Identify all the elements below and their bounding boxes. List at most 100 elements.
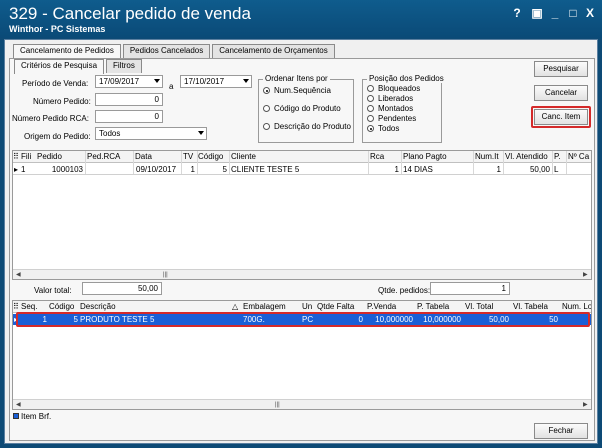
cell-tv: 1 bbox=[190, 165, 195, 174]
col-pedido[interactable]: Pedido bbox=[37, 151, 77, 162]
cancelar-button[interactable]: Cancelar bbox=[534, 85, 588, 101]
tab-filtros[interactable]: Filtros bbox=[106, 59, 142, 73]
orders-grid: ⠿ Fili Pedido Ped.RCA Data TV Código Cli… bbox=[12, 150, 592, 280]
tab-pedidos-cancelados[interactable]: Pedidos Cancelados bbox=[122, 44, 211, 58]
scroll-left-icon[interactable]: ◀ bbox=[16, 400, 21, 409]
tab-criterios-pesquisa[interactable]: Critérios de Pesquisa bbox=[14, 59, 105, 74]
pedido-rca-input[interactable]: 0 bbox=[95, 110, 163, 123]
col-rca[interactable]: Rca bbox=[370, 151, 390, 162]
col-vl-atendido[interactable]: Vl. Atendido bbox=[505, 151, 551, 162]
sort-asc-icon: △ bbox=[232, 302, 239, 311]
col-tv[interactable]: TV bbox=[183, 151, 197, 162]
cell-ped-rca bbox=[87, 164, 127, 175]
main-tabs: Cancelamento de Pedidos Pedidos Cancelad… bbox=[13, 44, 337, 59]
radio-descricao-produto[interactable]: Descrição do Produto bbox=[263, 122, 351, 131]
cell-p: L bbox=[554, 165, 559, 174]
cell-vl-atendido: 50,00 bbox=[529, 165, 550, 174]
close-button[interactable]: X bbox=[583, 6, 597, 20]
scroll-right-icon[interactable]: ▶ bbox=[583, 400, 588, 409]
radio-selected-icon bbox=[367, 125, 374, 132]
maximize-button[interactable]: □ bbox=[566, 6, 580, 20]
col-num-lote[interactable]: Num. Lo bbox=[562, 301, 591, 312]
chevron-down-icon bbox=[198, 131, 204, 135]
scroll-left-icon[interactable]: ◀ bbox=[16, 270, 21, 279]
col-plano-pagto[interactable]: Plano Pagto bbox=[403, 151, 453, 162]
date-separator: a bbox=[169, 82, 174, 91]
tab-cancelamento-pedidos[interactable]: Cancelamento de Pedidos bbox=[13, 44, 121, 59]
col-num-it[interactable]: Num.It bbox=[475, 151, 502, 162]
numero-pedido-label: Número Pedido: bbox=[33, 97, 91, 106]
col-codigo[interactable]: Código bbox=[198, 151, 228, 162]
title-bar: 329 - Cancelar pedido de venda Winthor -… bbox=[0, 0, 602, 38]
sub-tabs: Critérios de Pesquisa Filtros bbox=[14, 59, 144, 74]
orders-hscroll[interactable]: ◀ ||| ▶ bbox=[13, 269, 591, 279]
col-vl-total[interactable]: Vl. Total bbox=[465, 301, 505, 312]
cell-codigo: 5 bbox=[222, 165, 227, 174]
valor-total-label: Valor total: bbox=[34, 286, 72, 295]
minimize-button[interactable]: _ bbox=[548, 6, 562, 20]
restore-icon-button[interactable]: ▣ bbox=[530, 6, 544, 20]
radio-montados[interactable]: Montados bbox=[367, 104, 413, 113]
radio-label: Código do Produto bbox=[274, 104, 341, 113]
pesquisar-button[interactable]: Pesquisar bbox=[534, 61, 588, 77]
scroll-grip-icon[interactable]: ||| bbox=[163, 270, 168, 279]
help-button[interactable]: ? bbox=[510, 6, 524, 20]
radio-label: Montados bbox=[378, 104, 414, 113]
radio-pendentes[interactable]: Pendentes bbox=[367, 114, 416, 123]
radio-icon bbox=[367, 105, 374, 112]
col-p-tabela[interactable]: P. Tabela bbox=[417, 301, 457, 312]
col-p-venda[interactable]: P.Venda bbox=[367, 301, 407, 312]
col-data[interactable]: Data bbox=[135, 151, 175, 162]
cell-cliente: CLIENTE TESTE 5 bbox=[231, 165, 300, 174]
items-hscroll[interactable]: ◀ ||| ▶ bbox=[13, 399, 591, 409]
radio-label: Pendentes bbox=[378, 114, 417, 123]
col-vl-tabela[interactable]: Vl. Tabela bbox=[513, 301, 555, 312]
radio-num-sequencia[interactable]: Num.Sequência bbox=[263, 86, 331, 95]
chevron-down-icon bbox=[243, 79, 249, 83]
fechar-button[interactable]: Fechar bbox=[534, 423, 588, 439]
origem-label: Origem do Pedido: bbox=[24, 132, 91, 141]
tab-cancelamento-orcamentos[interactable]: Cancelamento de Orçamentos bbox=[212, 44, 335, 58]
radio-selected-icon bbox=[263, 87, 270, 94]
col-cliente[interactable]: Cliente bbox=[231, 151, 271, 162]
col-qtde-falta[interactable]: Qtde Falta bbox=[317, 301, 365, 312]
main-client-area: Cancelamento de Pedidos Pedidos Cancelad… bbox=[4, 39, 598, 444]
radio-bloqueados[interactable]: Bloqueados bbox=[367, 84, 420, 93]
scroll-right-icon[interactable]: ▶ bbox=[583, 270, 588, 279]
window-title: 329 - Cancelar pedido de venda bbox=[9, 4, 251, 23]
cell-num-it: 1 bbox=[496, 165, 501, 174]
date-to-value: 17/10/2017 bbox=[184, 77, 225, 86]
col-embalagem[interactable]: Embalagem bbox=[243, 301, 293, 312]
col-n-ca[interactable]: Nº Ca bbox=[568, 151, 591, 162]
radio-todos[interactable]: Todos bbox=[367, 124, 399, 133]
ordenar-group: Ordenar Itens por Num.Sequência Código d… bbox=[258, 74, 354, 143]
col-codigo-item[interactable]: Código bbox=[49, 301, 79, 312]
date-from-value: 17/09/2017 bbox=[99, 77, 140, 86]
qtde-pedidos-label: Qtde. pedidos: bbox=[378, 286, 431, 295]
radio-label: Descrição do Produto bbox=[274, 122, 351, 131]
origem-select[interactable]: Todos bbox=[95, 127, 207, 140]
radio-label: Bloqueados bbox=[378, 84, 421, 93]
numero-pedido-input[interactable]: 0 bbox=[95, 93, 163, 106]
col-p[interactable]: P. bbox=[554, 151, 566, 162]
cell-n-ca bbox=[568, 164, 591, 175]
table-row[interactable]: ▸ 1 1000103 09/10/2017 1 5 CLIENTE TESTE… bbox=[13, 164, 591, 175]
radio-icon bbox=[263, 123, 270, 130]
window-subtitle: Winthor - PC Sistemas bbox=[9, 24, 106, 34]
col-seq[interactable]: Seq. bbox=[21, 301, 41, 312]
periodo-label: Período de Venda: bbox=[22, 79, 89, 88]
pedido-rca-label: Número Pedido RCA: bbox=[12, 114, 89, 123]
posicao-group: Posição dos Pedidos Bloqueados Liberados… bbox=[362, 74, 446, 143]
origem-value: Todos bbox=[99, 129, 121, 138]
radio-codigo-produto[interactable]: Código do Produto bbox=[263, 104, 341, 113]
scroll-grip-icon[interactable]: ||| bbox=[275, 400, 280, 409]
col-ped-rca[interactable]: Ped.RCA bbox=[87, 151, 127, 162]
cell-plano-pagto: 14 DIAS bbox=[403, 165, 433, 174]
radio-liberados[interactable]: Liberados bbox=[367, 94, 413, 103]
date-from-field[interactable]: 17/09/2017 bbox=[95, 75, 163, 88]
col-descricao[interactable]: Descrição bbox=[80, 301, 130, 312]
radio-icon bbox=[367, 85, 374, 92]
col-un[interactable]: Un bbox=[302, 301, 314, 312]
posicao-title: Posição dos Pedidos bbox=[367, 74, 446, 83]
date-to-field[interactable]: 17/10/2017 bbox=[180, 75, 252, 88]
